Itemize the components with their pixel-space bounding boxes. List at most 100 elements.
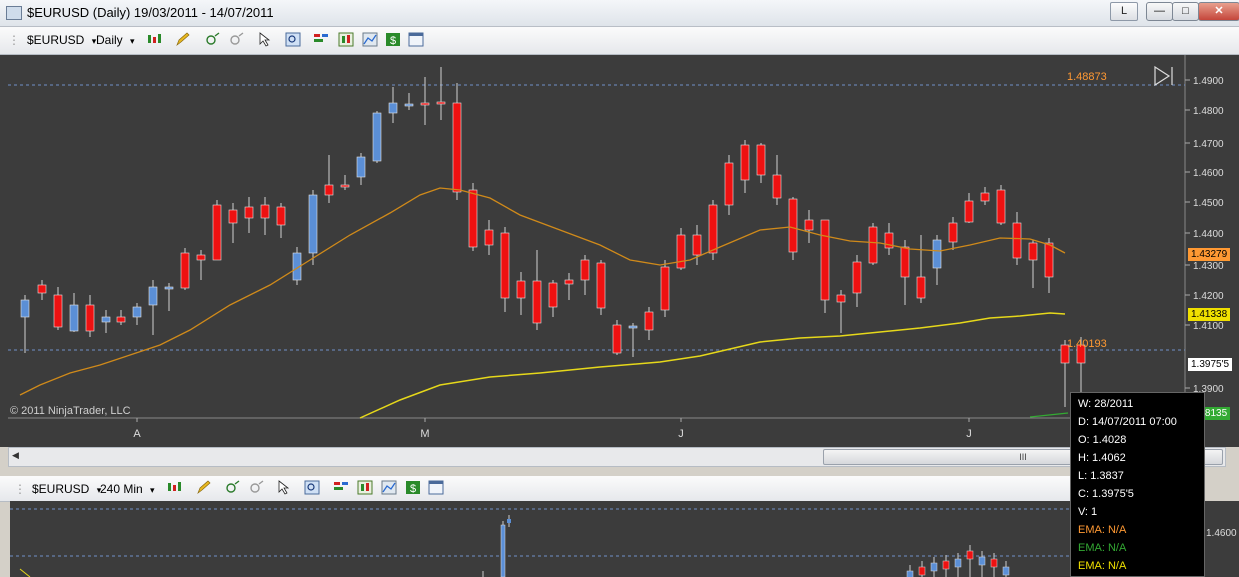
copyright-label: © 2011 NinjaTrader, LLC bbox=[10, 405, 131, 417]
indicators-icon[interactable] bbox=[313, 32, 329, 47]
properties-icon[interactable] bbox=[428, 480, 444, 495]
candle-body bbox=[900, 246, 910, 278]
candle-body bbox=[708, 204, 718, 254]
candle-body bbox=[692, 234, 702, 256]
ema-fast-line bbox=[19, 187, 1066, 396]
chevron-down-icon: ▾ bbox=[150, 485, 155, 495]
strategies-icon[interactable] bbox=[338, 32, 354, 47]
candle-body bbox=[990, 558, 998, 568]
minimize-button[interactable]: — bbox=[1146, 2, 1173, 21]
candle-body bbox=[724, 162, 734, 206]
chart-scrollbar[interactable]: ◀ III bbox=[8, 447, 1226, 467]
crosshair-icon[interactable] bbox=[204, 32, 220, 47]
chart-app-icon bbox=[6, 6, 22, 20]
candle-body bbox=[930, 562, 938, 572]
candle-body bbox=[612, 324, 622, 354]
zoom-icon[interactable] bbox=[285, 32, 301, 47]
chart-canvas[interactable]: 1.4900 1.4800 1.4700 1.4600 1.4500 1.4400 1.43… bbox=[0, 55, 1239, 447]
candlestick-style-icon[interactable] bbox=[166, 480, 182, 495]
lower-y-tick: 1.4600 bbox=[1206, 528, 1237, 539]
x-tick-label: M bbox=[420, 428, 429, 440]
dollar-icon[interactable]: $ bbox=[385, 32, 401, 47]
candle-body bbox=[772, 174, 782, 199]
instrument-label-2: $EURUSD bbox=[32, 482, 90, 496]
tooltip-line: C: 1.3975'5 bbox=[1078, 488, 1134, 500]
candle-body bbox=[372, 112, 382, 162]
candle-body bbox=[308, 194, 318, 254]
candle-body bbox=[548, 282, 558, 308]
data-series-icon[interactable] bbox=[362, 32, 378, 47]
candle-body bbox=[1012, 222, 1022, 259]
candle-body bbox=[564, 279, 574, 285]
candle-body bbox=[948, 222, 958, 243]
candle-body bbox=[356, 156, 366, 178]
y-tick-label: 1.4400 bbox=[1193, 229, 1224, 240]
tooltip-line: O: 1.4028 bbox=[1078, 434, 1127, 446]
candle-body bbox=[85, 304, 95, 332]
tooltip-line: EMA: N/A bbox=[1078, 560, 1127, 572]
candle-body bbox=[1028, 242, 1038, 261]
interval-selector[interactable]: Daily ▾ bbox=[96, 33, 135, 47]
data-box-tooltip: W: 28/2011 D: 14/07/2011 07:00 O: 1.4028 H:… bbox=[1070, 392, 1205, 577]
strategies-icon[interactable] bbox=[357, 480, 373, 495]
candle-body bbox=[196, 254, 206, 261]
candle-body bbox=[906, 570, 914, 577]
pointer-icon[interactable] bbox=[276, 480, 292, 495]
tooltip-line: D: 14/07/2011 07:00 bbox=[1078, 416, 1177, 428]
candle-body bbox=[918, 566, 926, 576]
interval-label-2: 240 Min bbox=[100, 482, 143, 496]
svg-text:$: $ bbox=[410, 483, 416, 495]
candle-body bbox=[868, 226, 878, 264]
candle-body bbox=[916, 276, 926, 299]
candle-body bbox=[260, 204, 270, 219]
price-chart-240min[interactable]: 1.4600 bbox=[10, 501, 1239, 577]
tooltip-line: H: 1.4062 bbox=[1078, 452, 1126, 464]
scroll-left-arrow[interactable]: ◀ bbox=[12, 450, 19, 461]
data-series-icon[interactable] bbox=[381, 480, 397, 495]
candle-body bbox=[228, 209, 238, 224]
instrument-selector-2[interactable]: $EURUSD ▾ bbox=[32, 482, 101, 496]
y-tick-label: 1.4100 bbox=[1193, 321, 1224, 332]
instrument-selector[interactable]: $EURUSD ▾ bbox=[27, 33, 96, 47]
ema-green-line bbox=[1029, 412, 1069, 418]
candle-body bbox=[452, 102, 462, 193]
close-button[interactable]: ✕ bbox=[1198, 2, 1239, 21]
candle-body bbox=[942, 560, 950, 570]
price-marker-last: 1.3975'5 bbox=[1188, 358, 1233, 371]
price-chart[interactable]: 1.4900 1.4800 1.4700 1.4600 1.4500 1.4400 1.43… bbox=[0, 55, 1239, 447]
candle-body bbox=[484, 229, 494, 246]
indicators-icon[interactable] bbox=[333, 480, 349, 495]
restore-button[interactable]: □ bbox=[1172, 2, 1199, 21]
toolbar-grip: ⋮ bbox=[8, 33, 20, 47]
candle-body bbox=[980, 192, 990, 202]
interval-label: Daily bbox=[96, 33, 123, 47]
pencil-icon[interactable] bbox=[175, 32, 191, 47]
candle-body bbox=[101, 316, 111, 323]
zoom-icon[interactable] bbox=[304, 480, 320, 495]
properties-icon[interactable] bbox=[408, 32, 424, 47]
candle-body bbox=[500, 232, 510, 299]
candle-body bbox=[852, 261, 862, 294]
chart-toolbar: ⋮ $EURUSD ▾ Daily ▾ $ bbox=[0, 27, 1239, 55]
interval-selector-2[interactable]: 240 Min ▾ bbox=[100, 482, 155, 496]
drawing-tool-icon[interactable] bbox=[228, 32, 244, 47]
chart-canvas-240min[interactable] bbox=[10, 501, 1239, 577]
crosshair-icon[interactable] bbox=[224, 480, 240, 495]
candlestick-style-icon[interactable] bbox=[146, 32, 162, 47]
candle-body bbox=[244, 206, 254, 219]
title-bar: $EURUSD (Daily) 19/03/2011 - 14/07/2011 … bbox=[0, 0, 1239, 27]
candle-body bbox=[756, 144, 766, 176]
dollar-icon[interactable]: $ bbox=[405, 480, 421, 495]
y-tick-label: 1.4200 bbox=[1193, 291, 1224, 302]
pointer-icon[interactable] bbox=[257, 32, 273, 47]
y-tick-label: 1.4300 bbox=[1193, 261, 1224, 272]
drawing-tool-icon[interactable] bbox=[248, 480, 264, 495]
candle-body bbox=[388, 102, 398, 114]
link-button[interactable]: L bbox=[1110, 2, 1138, 21]
candle-body bbox=[676, 234, 686, 269]
price-line-label-top: 1.48873 bbox=[1067, 71, 1107, 83]
pencil-icon[interactable] bbox=[196, 480, 212, 495]
candle-body bbox=[468, 189, 478, 248]
tooltip-line: EMA: N/A bbox=[1078, 542, 1127, 554]
candle-body bbox=[820, 219, 830, 301]
